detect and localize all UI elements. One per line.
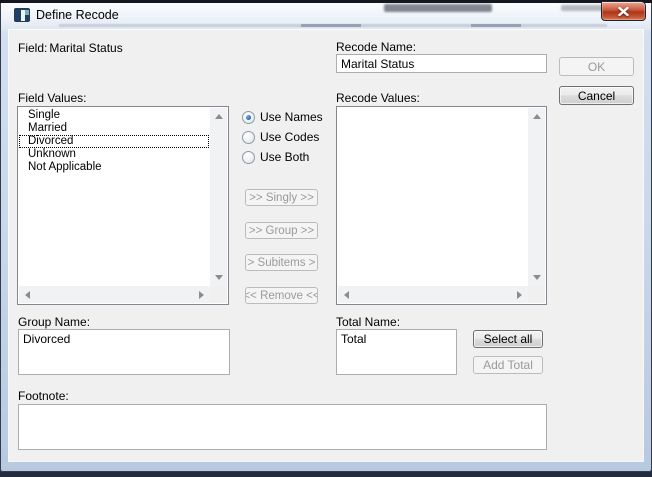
- subitems-button[interactable]: > Subitems >: [245, 254, 318, 271]
- radio-row-use-both[interactable]: Use Both: [242, 150, 309, 164]
- dialog-client-area: Field:Marital Status Recode Name: OK Can…: [9, 30, 643, 461]
- close-button[interactable]: [601, 1, 646, 21]
- background-window-artifact: [384, 4, 492, 12]
- field-values-listbox[interactable]: Single Married Divorced Unknown Not Appl…: [17, 106, 229, 305]
- scroll-down-button[interactable]: [528, 269, 545, 286]
- list-item[interactable]: Unknown: [19, 148, 209, 161]
- select-all-button[interactable]: Select all: [473, 330, 543, 348]
- list-item-focused[interactable]: Divorced: [19, 135, 209, 148]
- radio-label: Use Codes: [260, 130, 319, 144]
- window-title: Define Recode: [36, 7, 119, 23]
- background-window-artifact: [471, 24, 521, 27]
- scroll-left-icon: [344, 291, 349, 299]
- field-values-list: Single Married Divorced Unknown Not Appl…: [19, 109, 209, 174]
- radio-use-both[interactable]: [242, 151, 255, 164]
- horizontal-scrollbar[interactable]: [338, 286, 528, 303]
- recode-values-listbox[interactable]: [336, 106, 547, 305]
- scroll-up-icon: [215, 114, 223, 119]
- scroll-down-icon: [215, 275, 223, 280]
- list-item[interactable]: Married: [19, 122, 209, 135]
- close-icon: [618, 7, 629, 16]
- field-label: Field:Marital Status: [18, 41, 123, 55]
- background-window-artifact: [301, 24, 361, 27]
- radio-use-codes[interactable]: [242, 131, 255, 144]
- recode-name-label: Recode Name:: [336, 40, 416, 54]
- scroll-up-button[interactable]: [528, 108, 545, 125]
- list-item[interactable]: Single: [19, 109, 209, 122]
- scroll-down-icon: [533, 275, 541, 280]
- scroll-left-button[interactable]: [338, 286, 355, 303]
- radio-label: Use Names: [260, 110, 323, 124]
- scroll-down-button[interactable]: [210, 269, 227, 286]
- scroll-right-button[interactable]: [193, 286, 210, 303]
- radio-row-use-names[interactable]: Use Names: [242, 110, 323, 124]
- recode-name-input[interactable]: [336, 54, 547, 73]
- background-window-artifact: [59, 24, 607, 27]
- radio-use-names[interactable]: [242, 111, 255, 124]
- scrollbar-corner: [210, 286, 227, 303]
- ok-button[interactable]: OK: [559, 57, 634, 76]
- group-name-input[interactable]: Divorced: [18, 329, 230, 375]
- scroll-left-button[interactable]: [19, 286, 36, 303]
- singly-button[interactable]: >> Singly >>: [245, 189, 318, 206]
- scroll-up-icon: [533, 114, 541, 119]
- scroll-right-icon: [517, 291, 522, 299]
- group-button[interactable]: >> Group >>: [245, 222, 318, 239]
- footnote-input[interactable]: [18, 404, 547, 450]
- recode-values-label: Recode Values:: [336, 91, 420, 105]
- remove-button[interactable]: << Remove <<: [245, 287, 318, 304]
- scroll-left-icon: [25, 291, 30, 299]
- list-item[interactable]: Not Applicable: [19, 161, 209, 174]
- group-name-label: Group Name:: [18, 315, 90, 329]
- field-value: Marital Status: [47, 41, 122, 55]
- dialog-icon: [14, 8, 30, 22]
- horizontal-scrollbar[interactable]: [19, 286, 210, 303]
- define-recode-dialog: Define Recode Field:Marital Status Recod…: [0, 0, 652, 477]
- scroll-right-icon: [199, 291, 204, 299]
- cancel-button[interactable]: Cancel: [559, 86, 634, 105]
- footnote-label: Footnote:: [18, 389, 69, 403]
- radio-label: Use Both: [260, 150, 309, 164]
- scroll-up-button[interactable]: [210, 108, 227, 125]
- add-total-button[interactable]: Add Total: [473, 356, 543, 374]
- total-name-label: Total Name:: [336, 315, 400, 329]
- window-frame: Define Recode Field:Marital Status Recod…: [0, 0, 652, 472]
- radio-row-use-codes[interactable]: Use Codes: [242, 130, 319, 144]
- scrollbar-corner: [528, 286, 545, 303]
- vertical-scrollbar[interactable]: [528, 108, 545, 286]
- scroll-right-button[interactable]: [511, 286, 528, 303]
- field-values-label: Field Values:: [18, 91, 86, 105]
- vertical-scrollbar[interactable]: [210, 108, 227, 286]
- total-name-input[interactable]: Total: [336, 329, 457, 375]
